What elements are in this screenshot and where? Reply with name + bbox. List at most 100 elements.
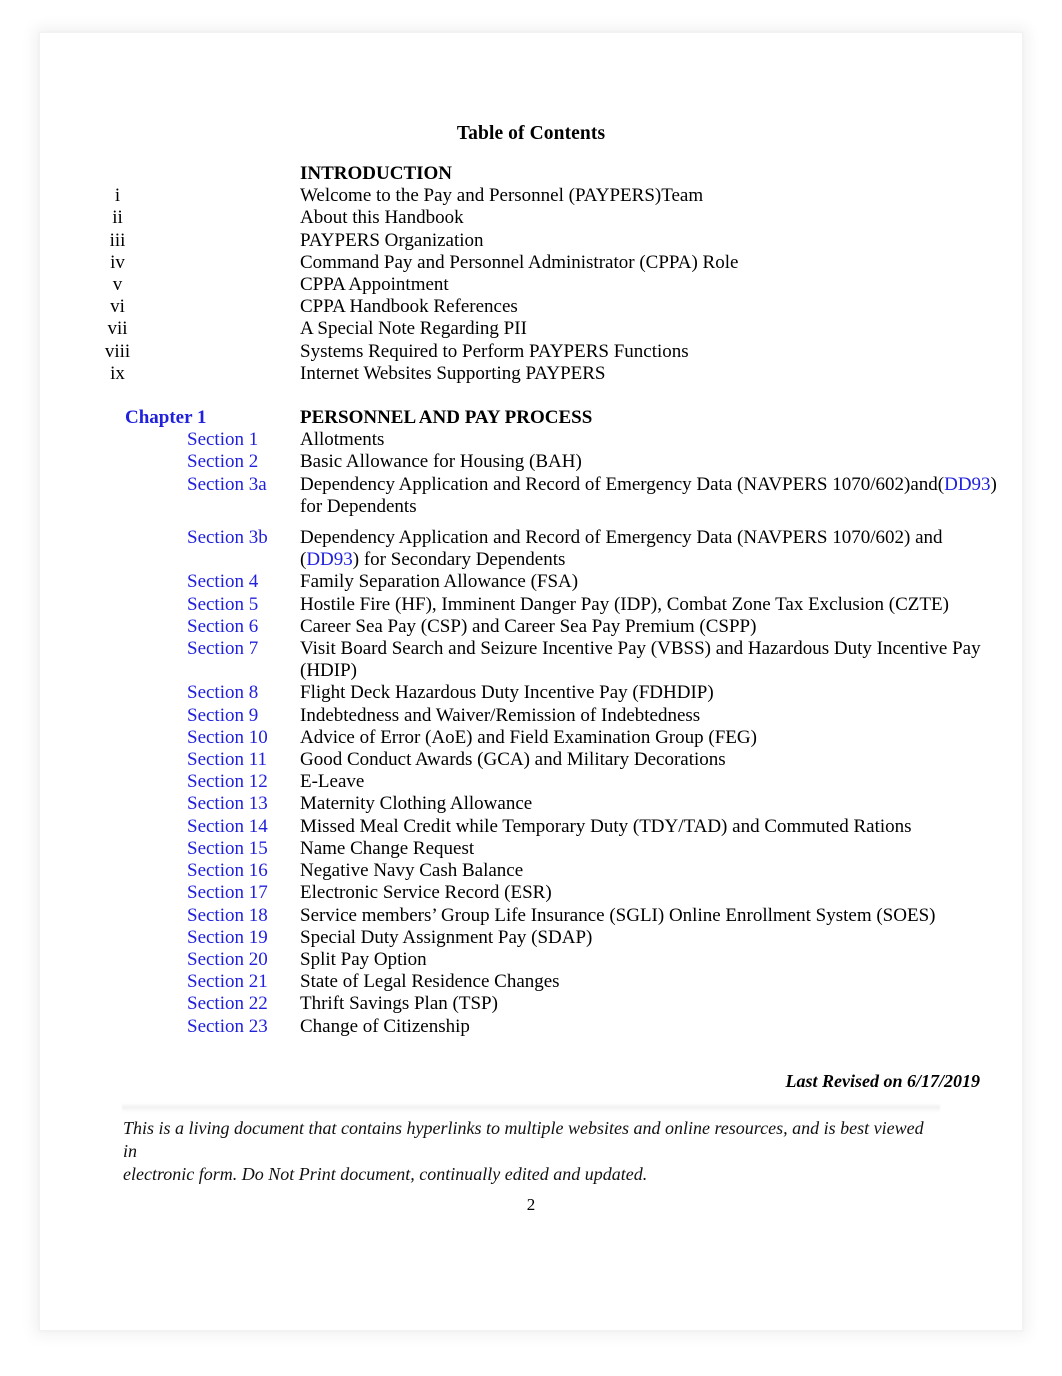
section-link-13[interactable]: Section 12 bbox=[40, 771, 300, 793]
toc-row: viii Systems Required to Perform PAYPERS … bbox=[40, 341, 1022, 363]
toc-entry-title: State of Legal Residence Changes bbox=[300, 971, 560, 993]
toc-roman-numeral: vii bbox=[107, 318, 128, 340]
section-link-6[interactable]: Section 5 bbox=[40, 594, 300, 616]
toc-roman-numeral: viii bbox=[104, 340, 131, 362]
toc-entry-title: Advice of Error (AoE) and Field Examinat… bbox=[300, 726, 757, 748]
toc-entry-title: Systems Required to Perform PAYPERS Func… bbox=[300, 340, 689, 362]
chapter-1-link[interactable]: Chapter 1 bbox=[40, 407, 300, 429]
toc-entry-title: Split Pay Option bbox=[300, 948, 427, 970]
toc-entry-title: Visit Board Search and Seizure Incentive… bbox=[300, 638, 981, 682]
toc-row: vii A Special Note Regarding PII bbox=[40, 318, 1022, 340]
toc-entry-title: A Special Note Regarding PII bbox=[300, 318, 527, 340]
toc-row: iv Command Pay and Personnel Administrato… bbox=[40, 252, 1022, 274]
section-link-7[interactable]: Section 6 bbox=[40, 616, 300, 638]
toc-row: ix Internet Websites Supporting PAYPERS bbox=[40, 363, 1022, 385]
toc-intro-items: i Welcome to the Pay and Personnel (PAYPE… bbox=[40, 185, 1022, 385]
section-link-9[interactable]: Section 8 bbox=[40, 682, 300, 704]
toc-row: Section 19 Special Duty Assignment Pay (S… bbox=[40, 927, 1022, 949]
toc-entry-title: Hostile Fire (HF), Imminent Danger Pay (… bbox=[300, 593, 949, 615]
section-link-8[interactable]: Section 7 bbox=[40, 638, 300, 660]
toc-row: Section 20 Split Pay Option bbox=[40, 949, 1022, 971]
last-revised-text: Last Revised on 6/17/2019 bbox=[785, 1071, 981, 1091]
section-link-12[interactable]: Section 11 bbox=[40, 749, 300, 771]
section-link-15[interactable]: Section 14 bbox=[40, 816, 300, 838]
toc-row: Section 22 Thrift Savings Plan (TSP) bbox=[40, 993, 1022, 1015]
toc-row: Section 23 Change of Citizenship bbox=[40, 1016, 1022, 1038]
chapter-1-heading: PERSONNEL AND PAY PROCESS bbox=[300, 407, 593, 429]
section-link-20[interactable]: Section 19 bbox=[40, 927, 300, 949]
toc-entry-title: About this Handbook bbox=[300, 207, 464, 229]
toc-row: Section 7 Visit Board Search and Seizure … bbox=[40, 638, 1022, 682]
toc-row: Section 15 Name Change Request bbox=[40, 838, 1022, 860]
section-link-14[interactable]: Section 13 bbox=[40, 793, 300, 815]
section-link-5[interactable]: Section 4 bbox=[40, 571, 300, 593]
toc-roman-numeral: ii bbox=[112, 207, 123, 229]
section-link-24[interactable]: Section 23 bbox=[40, 1016, 300, 1038]
toc-entry-title: Thrift Savings Plan (TSP) bbox=[300, 993, 498, 1015]
toc-roman-numeral: ix bbox=[110, 362, 125, 384]
toc-row: Section 9 Indebtedness and Waiver/Remissi… bbox=[40, 705, 1022, 727]
section-link-11[interactable]: Section 10 bbox=[40, 727, 300, 749]
toc-entry-title: Command Pay and Personnel Administrator … bbox=[300, 251, 739, 273]
section-link-22[interactable]: Section 21 bbox=[40, 971, 300, 993]
footnote-line-1: This is a living document that contains … bbox=[123, 1118, 924, 1161]
toc-entry-title: Name Change Request bbox=[300, 837, 475, 859]
section-link-18[interactable]: Section 17 bbox=[40, 882, 300, 904]
section-link-17[interactable]: Section 16 bbox=[40, 860, 300, 882]
section-link-2[interactable]: Section 2 bbox=[40, 451, 300, 473]
toc-entry-title: E-Leave bbox=[300, 771, 365, 793]
toc-entry-title: Negative Navy Cash Balance bbox=[300, 860, 524, 882]
toc-entry-title: CPPA Handbook References bbox=[300, 296, 518, 318]
toc-entry-title: Special Duty Assignment Pay (SDAP) bbox=[300, 926, 593, 948]
toc-row: Section 3a Dependency Application and Rec… bbox=[40, 474, 1022, 518]
section-link-10[interactable]: Section 9 bbox=[40, 705, 300, 727]
toc-entry-text-after-link: ) for Secondary Dependents bbox=[352, 549, 566, 571]
section-link-21[interactable]: Section 20 bbox=[40, 949, 300, 971]
toc-roman-numeral: iv bbox=[110, 251, 125, 273]
section-link-16[interactable]: Section 15 bbox=[40, 838, 300, 860]
section-link-3[interactable]: Section 3a bbox=[40, 474, 300, 496]
toc-chapter-row: Chapter 1 PERSONNEL AND PAY PROCESS bbox=[40, 407, 1022, 429]
section-link-19[interactable]: Section 18 bbox=[40, 905, 300, 927]
table-of-contents: INTRODUCTION i Welcome to the Pay and Per… bbox=[40, 163, 1022, 1038]
section-link-1[interactable]: Section 1 bbox=[40, 429, 300, 451]
toc-row: Section 6 Career Sea Pay (CSP) and Career… bbox=[40, 616, 1022, 638]
toc-entry-title: Family Separation Allowance (FSA) bbox=[300, 571, 579, 593]
toc-entry-title: Internet Websites Supporting PAYPERS bbox=[300, 362, 606, 384]
toc-heading-introduction: INTRODUCTION bbox=[300, 163, 453, 184]
toc-entry-title: Basic Allowance for Housing (BAH) bbox=[300, 451, 582, 473]
toc-entry-title: CPPA Appointment bbox=[300, 274, 449, 296]
toc-row: Section 4 Family Separation Allowance (FS… bbox=[40, 571, 1022, 593]
footer-divider bbox=[122, 1103, 940, 1113]
toc-entry-title: Flight Deck Hazardous Duty Incentive Pay… bbox=[300, 682, 714, 704]
toc-row: Section 8 Flight Deck Hazardous Duty Ince… bbox=[40, 682, 1022, 704]
dd93-link[interactable]: DD93 bbox=[944, 474, 990, 495]
dd93-link[interactable]: DD93 bbox=[306, 549, 352, 570]
toc-roman-numeral: v bbox=[112, 274, 123, 296]
footnote-note: This is a living document that contains … bbox=[123, 1117, 938, 1186]
toc-row: Section 11 Good Conduct Awards (GCA) and … bbox=[40, 749, 1022, 771]
toc-row: Section 3b Dependency Application and Rec… bbox=[40, 527, 1022, 571]
toc-entry-title: Dependency Application and Record of Eme… bbox=[300, 527, 1022, 571]
toc-row: Section 2 Basic Allowance for Housing (BA… bbox=[40, 451, 1022, 473]
section-link-23[interactable]: Section 22 bbox=[40, 993, 300, 1015]
toc-row: ii About this Handbook bbox=[40, 207, 1022, 229]
section-link-4[interactable]: Section 3b bbox=[40, 527, 300, 549]
toc-row: Section 5 Hostile Fire (HF), Imminent Dan… bbox=[40, 594, 1022, 616]
page-number: 2 bbox=[526, 1195, 536, 1214]
toc-row: Section 16 Negative Navy Cash Balance bbox=[40, 860, 1022, 882]
row-spacer bbox=[40, 518, 1022, 527]
toc-row: Section 10 Advice of Error (AoE) and Fiel… bbox=[40, 727, 1022, 749]
toc-row: Section 17 Electronic Service Record (ESR… bbox=[40, 882, 1022, 904]
toc-roman-numeral: vi bbox=[110, 296, 125, 318]
toc-entry-title: Indebtedness and Waiver/Remission of Ind… bbox=[300, 704, 701, 726]
toc-row: v CPPA Appointment bbox=[40, 274, 1022, 296]
toc-row: iii PAYPERS Organization bbox=[40, 230, 1022, 252]
toc-entry-title: Maternity Clothing Allowance bbox=[300, 793, 533, 815]
toc-row: Section 13 Maternity Clothing Allowance bbox=[40, 793, 1022, 815]
document-page: Table of Contents INTRODUCTION i Welcome … bbox=[40, 33, 1022, 1330]
toc-row: Section 21 State of Legal Residence Chang… bbox=[40, 971, 1022, 993]
toc-entry-title: Welcome to the Pay and Personnel (PAYPER… bbox=[300, 185, 704, 207]
toc-row: Section 14 Missed Meal Credit while Tempo… bbox=[40, 816, 1022, 838]
